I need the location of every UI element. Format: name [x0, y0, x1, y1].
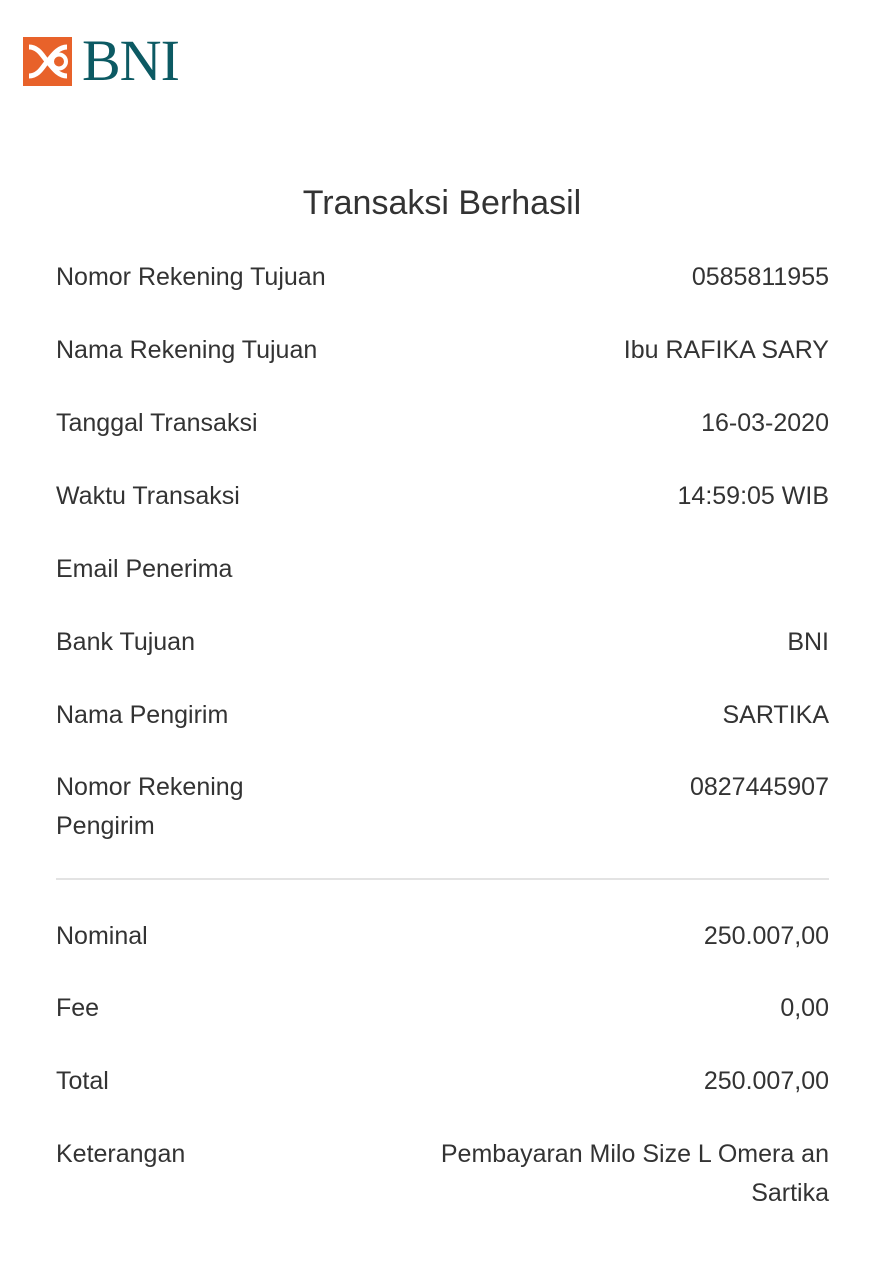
section-divider — [56, 878, 829, 880]
detail-row-nomor-rekening-tujuan: Nomor Rekening Tujuan 0585811955 — [56, 258, 829, 297]
bni-logo-text: BNI — [82, 28, 180, 93]
detail-value: 0827445907 — [689, 773, 829, 801]
detail-row-nama-pengirim: Nama Pengirim SARTIKA — [56, 696, 829, 735]
detail-label: Nomor Rekening Tujuan — [56, 263, 326, 291]
summary-value: 0,00 — [780, 994, 829, 1022]
detail-row-waktu-transaksi: Waktu Transaksi 14:59:05 WIB — [56, 477, 829, 516]
detail-row-email-penerima: Email Penerima — [56, 550, 829, 589]
detail-value: Ibu RAFIKA SARY — [623, 336, 829, 364]
detail-label: Nama Pengirim — [56, 701, 229, 729]
summary-label: Total — [56, 1067, 109, 1095]
summary-value: 250.007,00 — [703, 922, 829, 950]
detail-row-tanggal-transaksi: Tanggal Transaksi 16-03-2020 — [56, 404, 829, 443]
detail-row-nomor-rekening-pengirim: Nomor Rekening Pengirim 0827445907 — [56, 768, 829, 846]
detail-row-nama-rekening-tujuan: Nama Rekening Tujuan Ibu RAFIKA SARY — [56, 331, 829, 370]
summary-row-nominal: Nominal 250.007,00 — [56, 917, 829, 956]
detail-value: 0585811955 — [691, 263, 829, 291]
summary-row-fee: Fee 0,00 — [56, 989, 829, 1028]
bni-logo-icon — [23, 36, 72, 86]
summary-label: Keterangan — [56, 1140, 186, 1168]
summary-label: Nominal — [56, 922, 148, 950]
detail-value: 14:59:05 WIB — [677, 482, 829, 510]
detail-value: 16-03-2020 — [701, 409, 829, 437]
detail-label: Nama Rekening Tujuan — [56, 336, 318, 364]
summary-row-keterangan: Keterangan Pembayaran Milo Size L Omera … — [56, 1135, 829, 1213]
detail-label: Bank Tujuan — [56, 628, 195, 656]
summary-label: Fee — [56, 994, 100, 1022]
detail-value: BNI — [787, 628, 829, 656]
page-title: Transaksi Berhasil — [302, 184, 582, 222]
summary-value: 250.007,00 — [703, 1067, 829, 1095]
detail-label: Email Penerima — [56, 555, 233, 583]
detail-label: Waktu Transaksi — [56, 482, 240, 510]
detail-row-bank-tujuan: Bank Tujuan BNI — [56, 623, 829, 662]
summary-value: Pembayaran Milo Size L Omera an Sartika — [440, 1140, 829, 1207]
bni-logo: BNI — [23, 28, 180, 93]
summary-row-total: Total 250.007,00 — [56, 1062, 829, 1101]
detail-label: Tanggal Transaksi — [56, 409, 258, 437]
detail-value: SARTIKA — [722, 701, 829, 729]
detail-label: Nomor Rekening Pengirim — [56, 773, 244, 840]
